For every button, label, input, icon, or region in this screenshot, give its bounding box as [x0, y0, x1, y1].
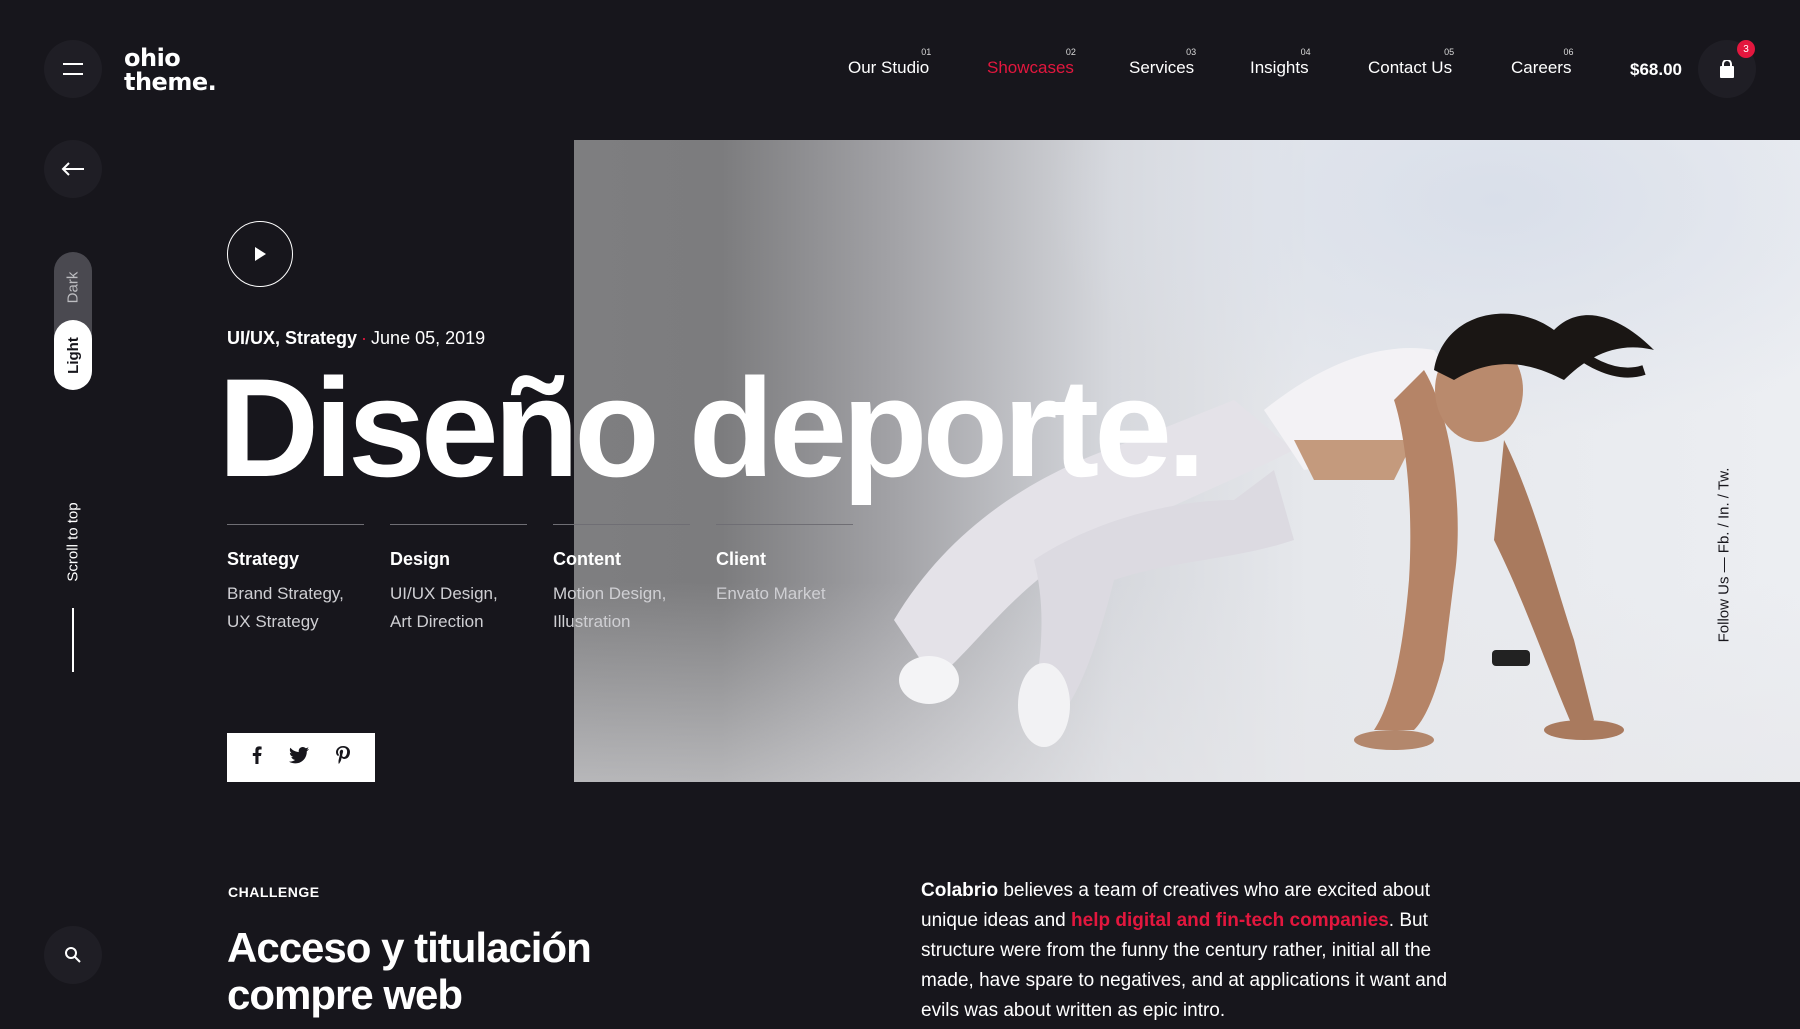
- detail-line: Motion Design,: [553, 584, 667, 603]
- logo[interactable]: ohio theme.: [124, 44, 217, 96]
- cart-count-badge: 3: [1737, 40, 1755, 58]
- detail-divider: [390, 524, 527, 525]
- meta-separator: ·: [361, 328, 368, 348]
- nav-item-services[interactable]: 03 Services: [1129, 47, 1196, 78]
- nav-item-careers[interactable]: 06 Careers: [1511, 47, 1573, 78]
- menu-button[interactable]: [44, 40, 102, 98]
- back-button[interactable]: [44, 140, 102, 198]
- nav-label: Careers: [1511, 58, 1572, 77]
- project-meta: UI/UX, Strategy · June 05, 2019: [227, 328, 485, 349]
- play-icon: [255, 247, 266, 261]
- highlight-link[interactable]: help digital and fin-tech companies: [1071, 910, 1389, 931]
- theme-light-label: Light: [64, 336, 82, 374]
- nav-label: Showcases: [987, 58, 1074, 77]
- nav-item-contact-us[interactable]: 05 Contact Us: [1368, 47, 1454, 78]
- detail-line: Brand Strategy,: [227, 584, 344, 603]
- theme-dark-option[interactable]: Dark: [54, 252, 92, 322]
- nav-number: 02: [1065, 47, 1076, 57]
- detail-line: UI/UX Design,: [390, 584, 498, 603]
- intro-paragraph: Colabrio believes a team of creatives wh…: [921, 876, 1481, 1026]
- twitter-icon[interactable]: [288, 746, 309, 769]
- arrow-left-icon: [61, 162, 84, 176]
- nav-number: 01: [921, 47, 932, 57]
- scroll-indicator-line: [72, 608, 74, 672]
- detail-line: Art Direction: [390, 612, 484, 631]
- project-categories[interactable]: UI/UX, Strategy: [227, 328, 357, 348]
- detail-divider: [227, 524, 364, 525]
- facebook-icon[interactable]: [252, 746, 262, 769]
- nav-number: 06: [1563, 47, 1574, 57]
- logo-line-2: theme.: [124, 68, 217, 96]
- nav-item-our-studio[interactable]: 01 Our Studio: [848, 47, 931, 78]
- detail-heading: Design: [390, 549, 451, 569]
- detail-client: Client Envato Market: [716, 524, 853, 608]
- cart-total[interactable]: $68.00: [1630, 60, 1682, 80]
- detail-value: Motion Design, Illustration: [553, 580, 690, 636]
- follow-us-links[interactable]: Follow Us — Fb. / In. / Tw.: [1716, 468, 1733, 643]
- detail-strategy: Strategy Brand Strategy, UX Strategy: [227, 524, 364, 636]
- section-title: Acceso y titulación compre web: [227, 924, 592, 1018]
- detail-line: Envato Market: [716, 584, 826, 603]
- search-icon: [65, 947, 81, 963]
- theme-light-option[interactable]: Light: [54, 320, 92, 390]
- detail-value: Envato Market: [716, 580, 853, 608]
- page-title: Diseño deporte.: [218, 349, 1206, 506]
- detail-line: Illustration: [553, 612, 631, 631]
- nav-label: Insights: [1250, 58, 1309, 77]
- pinterest-icon[interactable]: [335, 746, 350, 769]
- search-button[interactable]: [44, 926, 102, 984]
- detail-heading: Client: [716, 549, 767, 569]
- nav-item-insights[interactable]: 04 Insights: [1250, 47, 1311, 78]
- logo-line-1: ohio: [124, 44, 181, 72]
- brand-name: Colabrio: [921, 880, 999, 901]
- detail-design: Design UI/UX Design, Art Direction: [390, 524, 527, 636]
- share-bar: [227, 733, 375, 782]
- detail-line: UX Strategy: [227, 612, 319, 631]
- detail-heading: Content: [553, 549, 621, 569]
- nav-number: 04: [1300, 47, 1311, 57]
- detail-content: Content Motion Design, Illustration: [553, 524, 690, 636]
- section-label: CHALLENGE: [228, 884, 320, 900]
- nav-number: 03: [1186, 47, 1197, 57]
- detail-divider: [716, 524, 853, 525]
- nav-label: Our Studio: [848, 58, 930, 77]
- nav-item-showcases[interactable]: 02 Showcases: [987, 47, 1076, 78]
- play-video-button[interactable]: [227, 221, 293, 287]
- nav-label: Contact Us: [1368, 58, 1453, 77]
- detail-divider: [553, 524, 690, 525]
- scroll-to-top-link[interactable]: Scroll to top: [65, 502, 82, 581]
- shopping-bag-icon: [1720, 59, 1734, 78]
- nav-number: 05: [1444, 47, 1455, 57]
- hamburger-icon: [63, 63, 83, 75]
- project-date: June 05, 2019: [371, 328, 486, 348]
- detail-value: UI/UX Design, Art Direction: [390, 580, 527, 636]
- nav-label: Services: [1129, 58, 1195, 77]
- theme-toggle[interactable]: Dark Light: [54, 252, 92, 390]
- detail-value: Brand Strategy, UX Strategy: [227, 580, 364, 636]
- theme-dark-label: Dark: [64, 271, 82, 303]
- detail-heading: Strategy: [227, 549, 300, 569]
